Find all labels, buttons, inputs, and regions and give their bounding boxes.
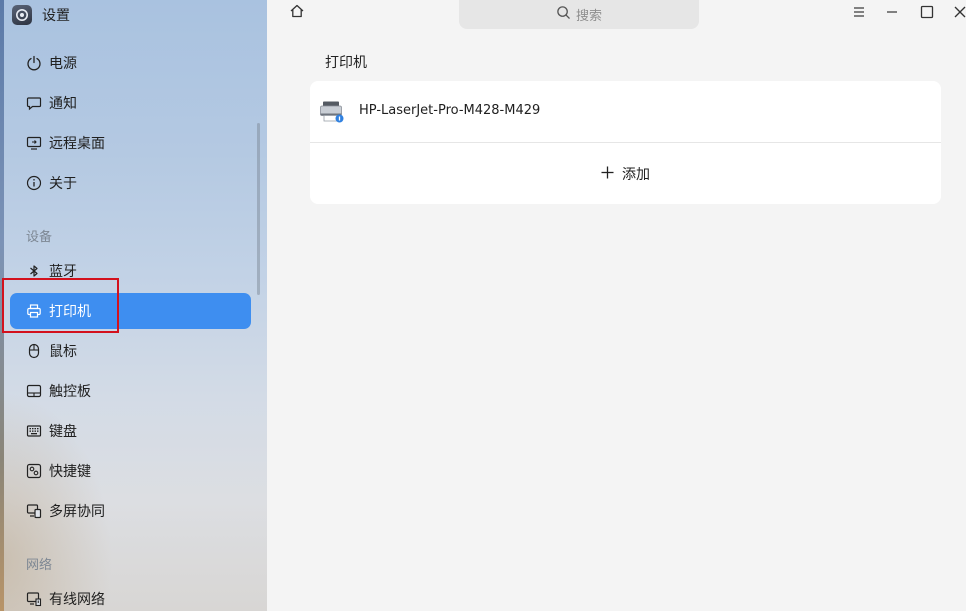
home-icon (289, 3, 305, 23)
sidebar-item-shortcut[interactable]: 快捷键 (10, 453, 251, 489)
bluetooth-icon (25, 262, 43, 280)
sidebar-item-power[interactable]: 电源 (10, 45, 251, 81)
sidebar-item-printer[interactable]: 打印机 (10, 293, 251, 329)
home-button[interactable] (286, 2, 308, 24)
sidebar-item-mouse[interactable]: 鼠标 (10, 333, 251, 369)
settings-window: 设置 电源 通知 远程桌面 关于 设备 蓝牙 打印机 鼠标 触控板 键盘 快捷键… (0, 0, 966, 611)
sidebar-item-label: 触控板 (49, 384, 91, 400)
sidebar-item-label: 多屏协同 (49, 504, 105, 520)
minimize-button[interactable] (881, 2, 903, 24)
sidebar-item-label: 鼠标 (49, 344, 77, 360)
printer-device-icon (320, 101, 344, 127)
section-title-devices: 设备 (26, 230, 53, 245)
sidebar-item-label: 电源 (49, 56, 77, 72)
sidebar-item-remote-desktop[interactable]: 远程桌面 (10, 125, 251, 161)
sidebar-item-label: 键盘 (49, 424, 77, 440)
sidebar-item-notification[interactable]: 通知 (10, 85, 251, 121)
sidebar-item-touchpad[interactable]: 触控板 (10, 373, 251, 409)
power-icon (25, 54, 43, 72)
close-button[interactable] (949, 2, 966, 24)
add-printer-button[interactable]: 添加 (310, 143, 941, 204)
search-placeholder: 搜索 (575, 9, 602, 24)
search-icon (556, 5, 571, 24)
mouse-icon (25, 342, 43, 360)
maximize-icon (920, 4, 934, 23)
sidebar-item-bluetooth[interactable]: 蓝牙 (10, 253, 251, 289)
sidebar-item-label: 有线网络 (49, 592, 105, 608)
printer-card: HP-LaserJet-Pro-M428-M429 添加 (310, 81, 941, 204)
sidebar-item-label: 远程桌面 (49, 136, 105, 152)
wired-network-icon (25, 590, 43, 608)
sidebar-item-label: 通知 (49, 96, 77, 112)
remote-desktop-icon (25, 134, 43, 152)
shortcut-icon (25, 462, 43, 480)
printer-icon (25, 302, 43, 320)
sidebar-item-label: 快捷键 (49, 464, 91, 480)
app-header: 设置 (12, 4, 70, 26)
section-title-network: 网络 (26, 558, 53, 573)
plus-icon (601, 164, 614, 183)
add-printer-label: 添加 (622, 166, 650, 183)
sidebar-scrollbar[interactable] (257, 123, 260, 295)
menu-icon (852, 4, 866, 23)
close-icon (953, 4, 966, 23)
keyboard-icon (25, 422, 43, 440)
sidebar-item-wired-network[interactable]: 有线网络 (10, 581, 251, 611)
search-input[interactable]: 搜索 (459, 0, 699, 29)
app-title: 设置 (42, 8, 70, 24)
maximize-button[interactable] (916, 2, 938, 24)
settings-app-icon (12, 5, 32, 25)
menu-button[interactable] (848, 2, 870, 24)
sidebar-item-label: 关于 (49, 176, 77, 192)
multiscreen-icon (25, 502, 43, 520)
sidebar-item-keyboard[interactable]: 键盘 (10, 413, 251, 449)
minimize-icon (885, 4, 899, 23)
info-icon (25, 174, 43, 192)
sidebar-item-label: 打印机 (49, 304, 91, 320)
page-title: 打印机 (325, 55, 367, 71)
sidebar-item-about[interactable]: 关于 (10, 165, 251, 201)
sidebar-item-multiscreen[interactable]: 多屏协同 (10, 493, 251, 529)
sidebar: 设置 电源 通知 远程桌面 关于 设备 蓝牙 打印机 鼠标 触控板 键盘 快捷键… (0, 0, 267, 611)
printer-list-item[interactable]: HP-LaserJet-Pro-M428-M429 (310, 81, 941, 142)
notification-icon (25, 94, 43, 112)
touchpad-icon (25, 382, 43, 400)
sidebar-item-label: 蓝牙 (49, 264, 77, 280)
printer-name: HP-LaserJet-Pro-M428-M429 (359, 103, 541, 118)
